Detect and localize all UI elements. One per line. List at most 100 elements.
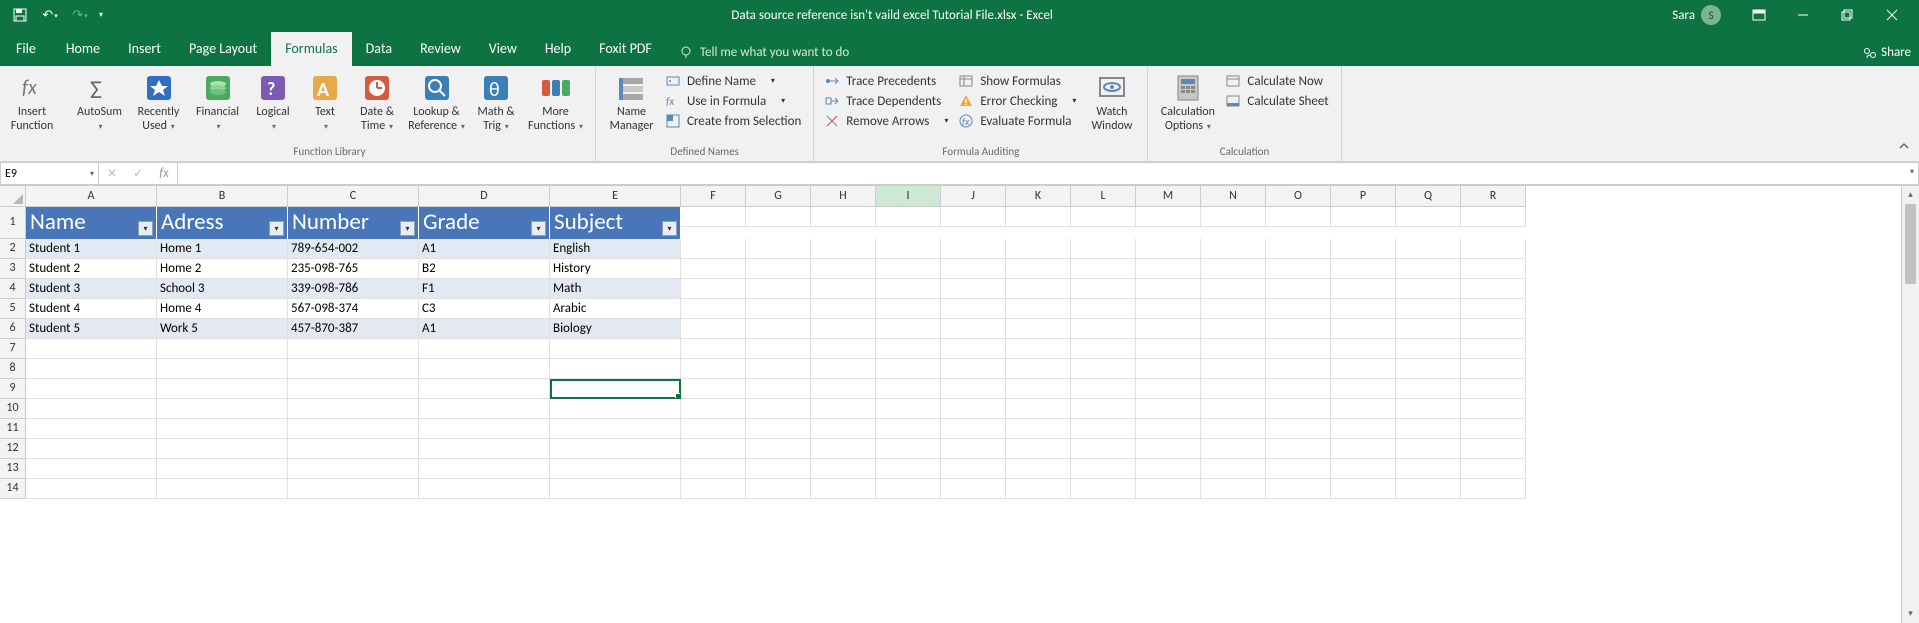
- cell[interactable]: [1136, 379, 1201, 399]
- col-header-E[interactable]: E: [550, 186, 681, 207]
- undo-button[interactable]: ↶▾: [36, 3, 64, 27]
- cell[interactable]: [1071, 479, 1136, 499]
- row-header-9[interactable]: 9: [0, 379, 26, 399]
- cell[interactable]: [1136, 259, 1201, 279]
- remove-arrows-button[interactable]: Remove Arrows ▾: [822, 112, 952, 130]
- cell[interactable]: [1396, 279, 1461, 299]
- cell[interactable]: [1006, 319, 1071, 339]
- tab-home[interactable]: Home: [52, 32, 114, 66]
- cell[interactable]: [681, 419, 746, 439]
- cell[interactable]: [419, 419, 550, 439]
- cell[interactable]: [746, 279, 811, 299]
- cell[interactable]: [876, 479, 941, 499]
- cell[interactable]: [550, 479, 681, 499]
- cell[interactable]: [1331, 379, 1396, 399]
- scroll-down-button[interactable]: ▾: [1902, 605, 1919, 623]
- cell[interactable]: [811, 379, 876, 399]
- cell[interactable]: [1071, 419, 1136, 439]
- cell[interactable]: [681, 239, 746, 259]
- cell[interactable]: Adress▾: [157, 207, 288, 239]
- cell[interactable]: [1396, 359, 1461, 379]
- cell[interactable]: [1331, 459, 1396, 479]
- cell[interactable]: [288, 439, 419, 459]
- cell[interactable]: Student 2: [26, 259, 157, 279]
- tab-data[interactable]: Data: [352, 32, 406, 66]
- row-header-4[interactable]: 4: [0, 279, 26, 299]
- share-button[interactable]: Share: [1863, 45, 1911, 60]
- col-header-G[interactable]: G: [746, 186, 811, 207]
- cell[interactable]: [1396, 239, 1461, 259]
- cell[interactable]: [1266, 479, 1331, 499]
- filter-dropdown[interactable]: ▾: [531, 221, 546, 236]
- col-header-B[interactable]: B: [157, 186, 288, 207]
- cell[interactable]: [811, 239, 876, 259]
- cell[interactable]: [681, 299, 746, 319]
- tab-help[interactable]: Help: [531, 32, 585, 66]
- cell[interactable]: English: [550, 239, 681, 259]
- cell[interactable]: [288, 379, 419, 399]
- col-header-L[interactable]: L: [1071, 186, 1136, 207]
- col-header-A[interactable]: A: [26, 186, 157, 207]
- select-all-corner[interactable]: [0, 186, 26, 207]
- cell[interactable]: History: [550, 259, 681, 279]
- cell[interactable]: A1: [419, 239, 550, 259]
- cell[interactable]: [876, 299, 941, 319]
- cell[interactable]: School 3: [157, 279, 288, 299]
- cell[interactable]: [1136, 279, 1201, 299]
- cell[interactable]: Home 1: [157, 239, 288, 259]
- cell[interactable]: [1006, 279, 1071, 299]
- trace-dependents-button[interactable]: Trace Dependents: [822, 92, 952, 110]
- calculate-now-button[interactable]: Calculate Now: [1223, 72, 1332, 90]
- cell[interactable]: [550, 419, 681, 439]
- row-header-11[interactable]: 11: [0, 419, 26, 439]
- cell[interactable]: [419, 359, 550, 379]
- collapse-ribbon-button[interactable]: [1897, 139, 1911, 157]
- cell[interactable]: [1136, 339, 1201, 359]
- cell[interactable]: [1331, 259, 1396, 279]
- cell[interactable]: [1461, 299, 1526, 319]
- cell[interactable]: [1006, 359, 1071, 379]
- cell[interactable]: [26, 419, 157, 439]
- cell[interactable]: [1201, 339, 1266, 359]
- tab-insert[interactable]: Insert: [114, 32, 175, 66]
- cell[interactable]: [1331, 239, 1396, 259]
- cell[interactable]: [157, 459, 288, 479]
- cell[interactable]: C3: [419, 299, 550, 319]
- cell[interactable]: [1006, 399, 1071, 419]
- tell-me-search[interactable]: Tell me what you want to do: [666, 38, 861, 66]
- cell[interactable]: [941, 479, 1006, 499]
- cell[interactable]: [1201, 399, 1266, 419]
- row-header-2[interactable]: 2: [0, 239, 26, 259]
- cell[interactable]: [26, 339, 157, 359]
- cell[interactable]: B2: [419, 259, 550, 279]
- cell[interactable]: [746, 207, 811, 227]
- cell[interactable]: [1201, 299, 1266, 319]
- use-in-formula-button[interactable]: fxUse in Formula ▾: [663, 92, 805, 110]
- cell[interactable]: [1461, 319, 1526, 339]
- cell[interactable]: [1266, 439, 1331, 459]
- cancel-formula-button[interactable]: ✕: [99, 166, 125, 181]
- cell[interactable]: [157, 339, 288, 359]
- cell[interactable]: [1266, 279, 1331, 299]
- col-header-Q[interactable]: Q: [1396, 186, 1461, 207]
- user-avatar[interactable]: S: [1701, 5, 1721, 25]
- cell[interactable]: [876, 379, 941, 399]
- cell[interactable]: [941, 207, 1006, 227]
- cell[interactable]: [1331, 419, 1396, 439]
- qat-customize[interactable]: ▾: [96, 3, 106, 27]
- cell[interactable]: [876, 339, 941, 359]
- ribbon-display-options[interactable]: [1737, 0, 1781, 30]
- cell[interactable]: [550, 379, 681, 399]
- row-header-8[interactable]: 8: [0, 359, 26, 379]
- cell[interactable]: [1136, 239, 1201, 259]
- cell[interactable]: [550, 459, 681, 479]
- cell[interactable]: [811, 299, 876, 319]
- cell[interactable]: [1461, 459, 1526, 479]
- cell[interactable]: [941, 419, 1006, 439]
- cell[interactable]: [1461, 419, 1526, 439]
- cell[interactable]: [811, 207, 876, 227]
- col-header-O[interactable]: O: [1266, 186, 1331, 207]
- filter-dropdown[interactable]: ▾: [269, 221, 284, 236]
- cell[interactable]: [746, 299, 811, 319]
- cell[interactable]: [1071, 379, 1136, 399]
